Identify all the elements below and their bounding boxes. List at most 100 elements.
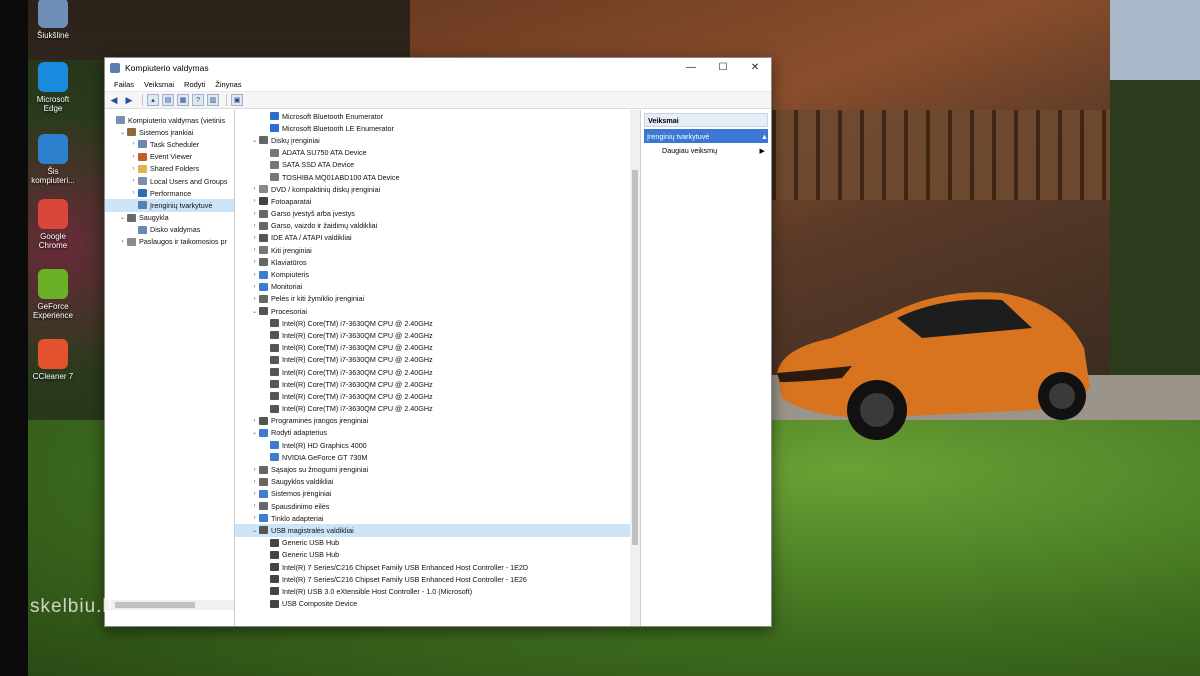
tree-item[interactable]: Microsoft Bluetooth LE Enumerator xyxy=(235,122,640,134)
desktop-icon[interactable]: Šis kompiuteri... xyxy=(30,134,76,185)
collapsed-arrow-icon[interactable]: › xyxy=(129,190,138,196)
tree-item[interactable]: › Task Scheduler xyxy=(105,138,234,150)
collapsed-arrow-icon[interactable]: › xyxy=(250,259,259,265)
menu-action[interactable]: Veiksmai xyxy=(139,80,179,89)
tree-item[interactable]: ⌄ Procesoriai xyxy=(235,305,640,317)
tree-item[interactable]: › Kiti įrenginiai xyxy=(235,244,640,256)
desktop-icon[interactable]: Google Chrome xyxy=(30,199,76,250)
tree-item[interactable]: Intel(R) Core(TM) i7-3630QM CPU @ 2.40GH… xyxy=(235,378,640,390)
collapsed-arrow-icon[interactable]: › xyxy=(250,272,259,278)
scan-hardware-icon[interactable]: ▣ xyxy=(231,94,243,106)
tree-item[interactable]: › Spausdinimo eilės xyxy=(235,500,640,512)
tree-item[interactable]: › Local Users and Groups xyxy=(105,175,234,187)
scrollbar-thumb[interactable] xyxy=(632,170,638,545)
tree-item[interactable]: › Klaviatūros xyxy=(235,256,640,268)
scrollbar-thumb[interactable] xyxy=(115,602,195,608)
collapsed-arrow-icon[interactable]: › xyxy=(250,515,259,521)
tree-item[interactable]: › Sąsajos su žmogumi įrenginiai xyxy=(235,463,640,475)
desktop-icon[interactable]: Šiukšlinė xyxy=(30,0,76,40)
expanded-arrow-icon[interactable]: ⌄ xyxy=(250,137,259,144)
properties-icon[interactable]: ▦ xyxy=(177,94,189,106)
tree-item[interactable]: › Saugyklos valdikliai xyxy=(235,476,640,488)
tree-item[interactable]: Įrenginių tvarkytuvė xyxy=(105,199,234,212)
tree-item[interactable]: Intel(R) Core(TM) i7-3630QM CPU @ 2.40GH… xyxy=(235,403,640,415)
collapsed-arrow-icon[interactable]: › xyxy=(250,479,259,485)
tree-item[interactable]: › Programinės įrangos įrenginiai xyxy=(235,415,640,427)
tree-item[interactable]: Generic USB Hub xyxy=(235,549,640,561)
tree-item[interactable]: SATA SSD ATA Device xyxy=(235,159,640,171)
tree-item[interactable]: NVIDIA GeForce GT 730M xyxy=(235,451,640,463)
tree-item[interactable]: TOSHIBA MQ01ABD100 ATA Device xyxy=(235,171,640,183)
tree-item[interactable]: Intel(R) Core(TM) i7-3630QM CPU @ 2.40GH… xyxy=(235,317,640,329)
collapsed-arrow-icon[interactable]: › xyxy=(250,211,259,217)
show-hide-tree-icon[interactable]: ▤ xyxy=(162,94,174,106)
collapsed-arrow-icon[interactable]: › xyxy=(250,491,259,497)
tree-item[interactable]: › Garso, vaizdo ir žaidimų valdikliai xyxy=(235,220,640,232)
tree-item[interactable]: Disko valdymas xyxy=(105,224,234,236)
desktop-icon[interactable]: GeForce Experience xyxy=(30,269,76,320)
tree-item[interactable]: Intel(R) Core(TM) i7-3630QM CPU @ 2.40GH… xyxy=(235,390,640,402)
tree-item[interactable]: Intel(R) 7 Series/C216 Chipset Family US… xyxy=(235,561,640,573)
expanded-arrow-icon[interactable]: ⌄ xyxy=(118,129,127,136)
tree-item[interactable]: › Tinklo adapteriai xyxy=(235,512,640,524)
tree-item[interactable]: ADATA SU750 ATA Device xyxy=(235,147,640,159)
close-button[interactable]: ✕ xyxy=(739,58,771,77)
expanded-arrow-icon[interactable]: ⌄ xyxy=(250,308,259,315)
expanded-arrow-icon[interactable]: ⌄ xyxy=(250,527,259,534)
collapsed-arrow-icon[interactable]: › xyxy=(250,467,259,473)
collapsed-arrow-icon[interactable]: › xyxy=(129,154,138,160)
actions-device-manager[interactable]: Įrenginių tvarkytuvė ▲ xyxy=(644,129,768,143)
more-actions[interactable]: Daugiau veiksmų ▶ xyxy=(644,143,768,157)
tree-item[interactable]: Generic USB Hub xyxy=(235,537,640,549)
maximize-button[interactable]: ☐ xyxy=(707,58,739,77)
collapsed-arrow-icon[interactable]: › xyxy=(250,247,259,253)
expanded-arrow-icon[interactable]: ⌄ xyxy=(118,214,127,221)
desktop-icon[interactable]: CCleaner 7 xyxy=(30,339,76,381)
tree-item[interactable]: › Kompiuteris xyxy=(235,268,640,280)
tree-item[interactable]: ⌄ Sistemos įrankiai xyxy=(105,126,234,138)
tree-item[interactable]: › Shared Folders xyxy=(105,163,234,175)
tree-item[interactable]: › Pelės ir kiti žymiklio įrenginiai xyxy=(235,293,640,305)
tree-item[interactable]: › Monitoriai xyxy=(235,281,640,293)
tree-item[interactable]: › IDE ATA / ATAPI valdikliai xyxy=(235,232,640,244)
back-arrow-icon[interactable]: ◀ xyxy=(108,94,120,106)
tree-item[interactable]: ⌄ Diskų įrenginiai xyxy=(235,134,640,146)
desktop-icon[interactable]: Microsoft Edge xyxy=(30,62,76,113)
collapsed-arrow-icon[interactable]: › xyxy=(250,418,259,424)
tree-item[interactable]: ⌄ Rodyti adapterius xyxy=(235,427,640,439)
collapsed-arrow-icon[interactable]: › xyxy=(250,223,259,229)
collapsed-arrow-icon[interactable]: › xyxy=(129,141,138,147)
tree-item[interactable]: Intel(R) Core(TM) i7-3630QM CPU @ 2.40GH… xyxy=(235,366,640,378)
tree-item[interactable]: › Paslaugos ir taikomosios pr xyxy=(105,236,234,248)
vertical-scrollbar[interactable] xyxy=(630,110,640,626)
collapsed-arrow-icon[interactable]: › xyxy=(250,296,259,302)
up-folder-icon[interactable]: ▴ xyxy=(147,94,159,106)
menu-file[interactable]: Failas xyxy=(109,80,139,89)
collapsed-arrow-icon[interactable]: › xyxy=(250,186,259,192)
collapse-arrow-icon[interactable]: ▲ xyxy=(761,132,768,141)
tree-item[interactable]: Intel(R) Core(TM) i7-3630QM CPU @ 2.40GH… xyxy=(235,354,640,366)
forward-arrow-icon[interactable]: ▶ xyxy=(123,94,135,106)
tree-item[interactable]: › Performance xyxy=(105,187,234,199)
tree-item[interactable]: Intel(R) Core(TM) i7-3630QM CPU @ 2.40GH… xyxy=(235,329,640,341)
tree-item[interactable]: Intel(R) Core(TM) i7-3630QM CPU @ 2.40GH… xyxy=(235,342,640,354)
tree-item[interactable]: › Sistemos įrenginiai xyxy=(235,488,640,500)
tree-item[interactable]: USB Composite Device xyxy=(235,598,640,610)
action-pane-icon[interactable]: ▥ xyxy=(207,94,219,106)
tree-item[interactable]: › Event Viewer xyxy=(105,151,234,163)
expanded-arrow-icon[interactable]: ⌄ xyxy=(250,429,259,436)
tree-item[interactable]: ⌄ USB magistralės valdikliai xyxy=(235,524,640,537)
tree-item[interactable]: Intel(R) HD Graphics 4000 xyxy=(235,439,640,451)
tree-item[interactable]: Intel(R) 7 Series/C216 Chipset Family US… xyxy=(235,573,640,585)
collapsed-arrow-icon[interactable]: › xyxy=(129,178,138,184)
help-icon[interactable]: ? xyxy=(192,94,204,106)
tree-item[interactable]: ⌄ Saugykla xyxy=(105,212,234,224)
menu-help[interactable]: Žinynas xyxy=(210,80,246,89)
tree-item[interactable]: Kompiuterio valdymas (vietinis xyxy=(105,114,234,126)
tree-item[interactable]: › DVD / kompaktinių diskų įrenginiai xyxy=(235,183,640,195)
menu-view[interactable]: Rodyti xyxy=(179,80,210,89)
horizontal-scrollbar[interactable] xyxy=(105,600,234,610)
collapsed-arrow-icon[interactable]: › xyxy=(250,198,259,204)
tree-item[interactable]: › Fotoaparatai xyxy=(235,195,640,207)
collapsed-arrow-icon[interactable]: › xyxy=(129,166,138,172)
